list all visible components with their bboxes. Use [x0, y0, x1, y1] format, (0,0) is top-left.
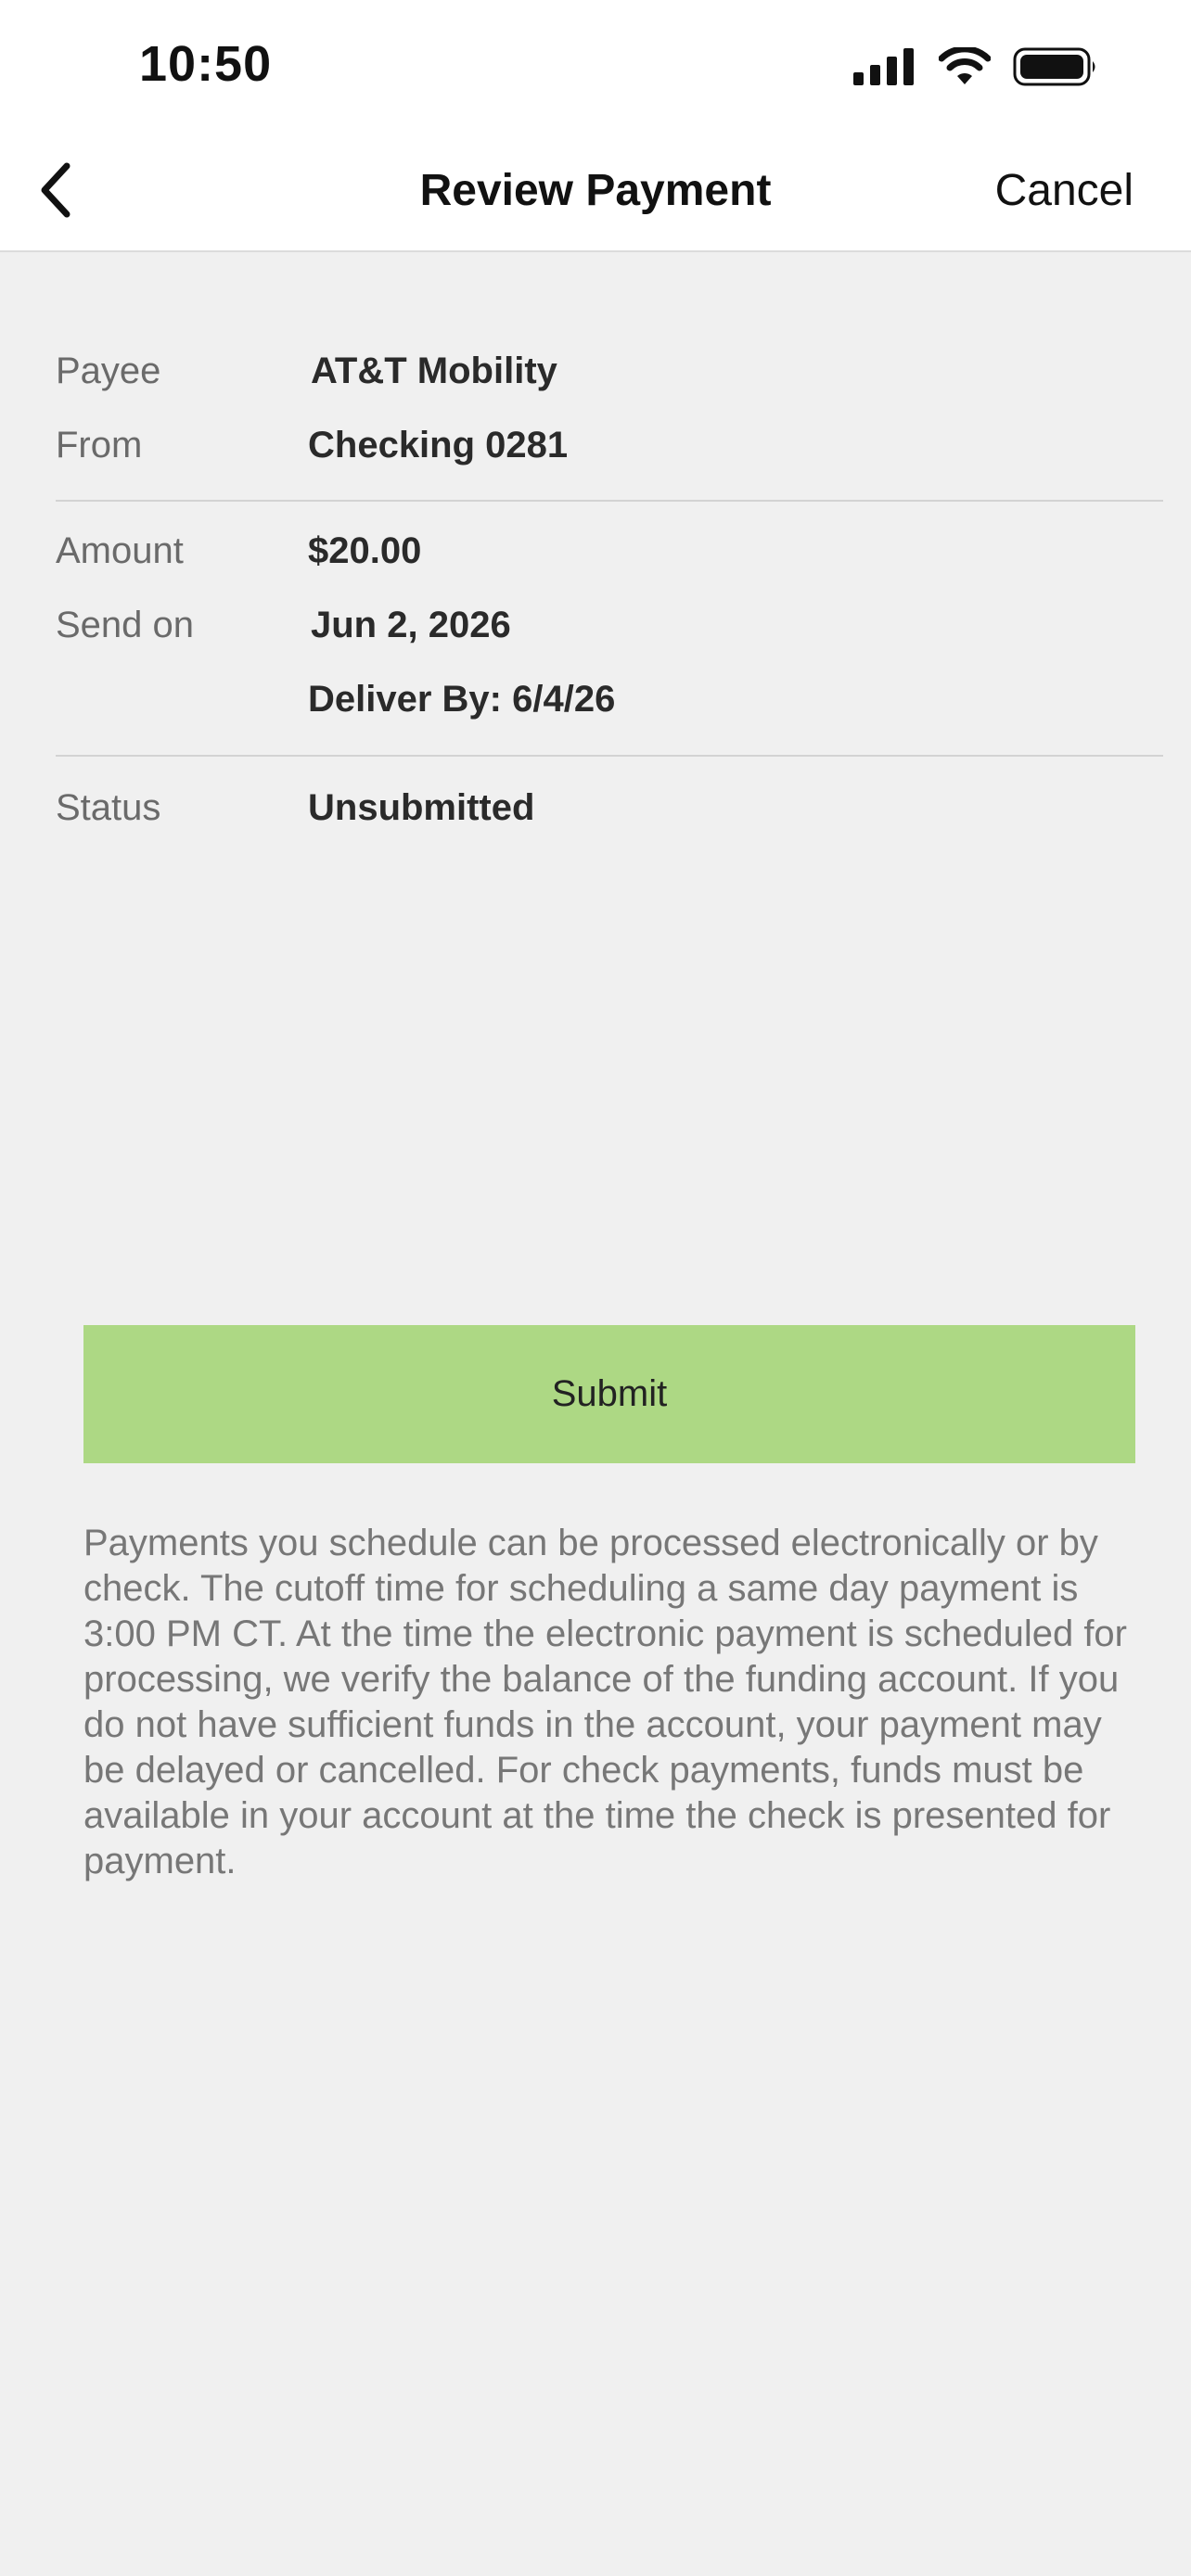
battery-icon: [1013, 46, 1098, 87]
detail-row-from: From Checking 0281: [56, 425, 1163, 499]
status-icons: [853, 46, 1098, 87]
from-value: Checking 0281: [308, 425, 569, 465]
nav-bar: Review Payment Cancel: [0, 139, 1191, 250]
wifi-icon: [939, 47, 991, 86]
amount-label: Amount: [56, 530, 184, 571]
payment-disclaimer: Payments you schedule can be processed e…: [83, 1523, 1127, 1881]
header: 10:50 Review Payment Cancel: [0, 0, 1191, 252]
submit-button[interactable]: Submit: [83, 1325, 1135, 1463]
send-on-label: Send on: [56, 605, 195, 645]
detail-row-send-on: Send on Jun 2, 2026: [56, 605, 1163, 679]
payment-details: Payee AT&T Mobility From Checking 0281 A…: [56, 250, 1163, 861]
status-bar: 10:50: [0, 0, 1191, 139]
payee-value: AT&T Mobility: [311, 351, 557, 391]
detail-row-payee: Payee AT&T Mobility: [56, 351, 1163, 425]
detail-row-amount: Amount $20.00: [56, 530, 1163, 605]
send-on-value: Jun 2, 2026: [311, 605, 511, 645]
status-value: Unsubmitted: [308, 787, 535, 828]
cellular-signal-icon: [853, 48, 916, 85]
detail-row-status: Status Unsubmitted: [56, 787, 1163, 861]
amount-value: $20.00: [308, 530, 422, 571]
deliver-by-value: Deliver By: 6/4/26: [308, 679, 616, 720]
detail-row-deliver-by: Deliver By: 6/4/26: [56, 679, 1163, 753]
payee-label: Payee: [56, 351, 161, 391]
status-label: Status: [56, 787, 161, 828]
status-time: 10:50: [139, 36, 273, 92]
cancel-button[interactable]: Cancel: [995, 165, 1133, 216]
from-label: From: [56, 425, 143, 465]
